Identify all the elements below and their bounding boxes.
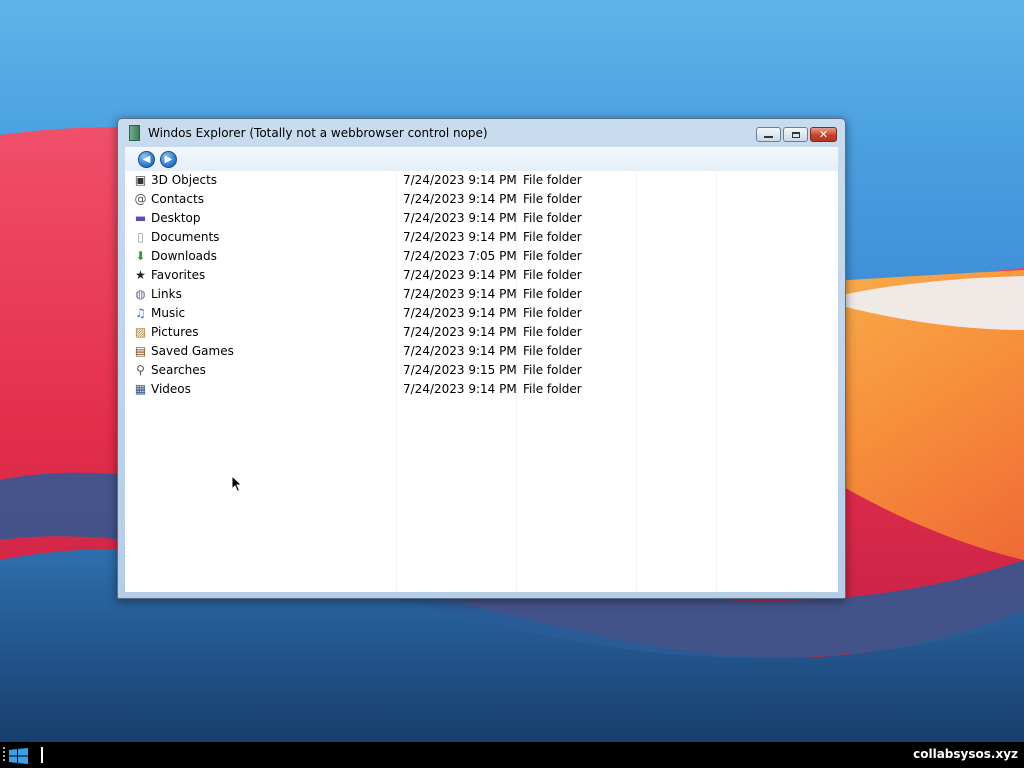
item-date-modified: 7/24/2023 9:14 PM [403, 382, 517, 396]
desktop-icon: ▬ [134, 211, 147, 225]
window-controls: ✕ [756, 127, 837, 142]
item-type: File folder [523, 306, 582, 320]
item-date-modified: 7/24/2023 9:14 PM [403, 344, 517, 358]
list-item[interactable]: @ Contacts 7/24/2023 9:14 PM File folder [125, 190, 838, 209]
item-name: Documents [151, 230, 220, 244]
item-type: File folder [523, 344, 582, 358]
item-name: Favorites [151, 268, 206, 282]
item-date-modified: 7/24/2023 7:05 PM [403, 249, 517, 263]
item-name: Pictures [151, 325, 199, 339]
window-title: Windos Explorer (Totally not a webbrowse… [148, 126, 488, 140]
item-date-modified: 7/24/2023 9:14 PM [403, 173, 517, 187]
music-icon: ♫ [135, 306, 146, 320]
item-name: Links [151, 287, 182, 301]
links-icon: ◍ [135, 287, 146, 301]
item-type: File folder [523, 363, 582, 377]
mouse-cursor-icon [231, 475, 243, 493]
item-name: Contacts [151, 192, 204, 206]
tray-label: collabsysos.xyz [913, 747, 1018, 761]
documents-icon: ▯ [137, 230, 144, 244]
taskbar-grip[interactable] [3, 747, 5, 763]
list-item[interactable]: ▬ Desktop 7/24/2023 9:14 PM File folder [125, 209, 838, 228]
list-item[interactable]: ★ Favorites 7/24/2023 9:14 PM File folder [125, 266, 838, 285]
list-item[interactable]: ⚲ Searches 7/24/2023 9:15 PM File folder [125, 361, 838, 380]
back-button[interactable]: ◀ [138, 150, 155, 168]
item-type: File folder [523, 249, 582, 263]
item-date-modified: 7/24/2023 9:14 PM [403, 287, 517, 301]
arrow-right-icon: ▶ [164, 153, 173, 165]
downloads-icon: ⬇ [135, 249, 146, 263]
item-date-modified: 7/24/2023 9:14 PM [403, 230, 517, 244]
item-date-modified: 7/24/2023 9:14 PM [403, 192, 517, 206]
searches-icon: ⚲ [136, 363, 145, 377]
list-item[interactable]: ▦ Videos 7/24/2023 9:14 PM File folder [125, 380, 838, 399]
item-type: File folder [523, 173, 582, 187]
item-name: Searches [151, 363, 206, 377]
close-button[interactable]: ✕ [810, 127, 837, 142]
item-name: Saved Games [151, 344, 234, 358]
navigation-toolbar: ◀ ▶ [125, 147, 838, 171]
list-item[interactable]: ▨ Pictures 7/24/2023 9:14 PM File folder [125, 323, 838, 342]
item-name: Music [151, 306, 186, 320]
explorer-window: Windos Explorer (Totally not a webbrowse… [117, 118, 846, 599]
item-type: File folder [523, 268, 582, 282]
item-date-modified: 7/24/2023 9:14 PM [403, 306, 517, 320]
maximize-icon [791, 131, 800, 138]
title-bar[interactable]: Windos Explorer (Totally not a webbrowse… [118, 119, 845, 147]
item-name: Videos [151, 382, 191, 396]
taskbar-separator [41, 747, 43, 763]
file-list[interactable]: ▣ 3D Objects 7/24/2023 9:14 PM File folder @… [125, 171, 838, 592]
item-date-modified: 7/24/2023 9:15 PM [403, 363, 517, 377]
pictures-icon: ▨ [134, 325, 147, 339]
item-name: Desktop [151, 211, 201, 225]
forward-button[interactable]: ▶ [160, 150, 177, 168]
item-date-modified: 7/24/2023 9:14 PM [403, 211, 517, 225]
minimize-button[interactable] [756, 127, 781, 142]
list-item[interactable]: ⬇ Downloads 7/24/2023 7:05 PM File folder [125, 247, 838, 266]
3d-objects-icon: ▣ [134, 173, 147, 187]
minimize-icon [764, 136, 773, 138]
list-item[interactable]: ▤ Saved Games 7/24/2023 9:14 PM File folder [125, 342, 838, 361]
item-type: File folder [523, 230, 582, 244]
item-type: File folder [523, 382, 582, 396]
item-date-modified: 7/24/2023 9:14 PM [403, 325, 517, 339]
list-item[interactable]: ▯ Documents 7/24/2023 9:14 PM File folder [125, 228, 838, 247]
taskbar: collabsysos.xyz [0, 742, 1024, 768]
maximize-button[interactable] [783, 127, 808, 142]
arrow-left-icon: ◀ [142, 153, 151, 165]
item-name: Downloads [151, 249, 217, 263]
close-icon: ✕ [818, 128, 829, 141]
item-type: File folder [523, 211, 582, 225]
item-type: File folder [523, 325, 582, 339]
item-type: File folder [523, 287, 582, 301]
item-date-modified: 7/24/2023 9:14 PM [403, 268, 517, 282]
start-button[interactable] [9, 748, 29, 764]
window-app-icon [129, 125, 140, 141]
item-type: File folder [523, 192, 582, 206]
favorites-icon: ★ [135, 268, 146, 282]
windows-logo-icon [9, 748, 28, 764]
item-name: 3D Objects [151, 173, 218, 187]
videos-icon: ▦ [134, 382, 147, 396]
list-item[interactable]: ▣ 3D Objects 7/24/2023 9:14 PM File folder [125, 171, 838, 190]
list-item[interactable]: ◍ Links 7/24/2023 9:14 PM File folder [125, 285, 838, 304]
list-item[interactable]: ♫ Music 7/24/2023 9:14 PM File folder [125, 304, 838, 323]
contacts-icon: @ [134, 192, 147, 206]
saved-games-icon: ▤ [134, 344, 147, 358]
